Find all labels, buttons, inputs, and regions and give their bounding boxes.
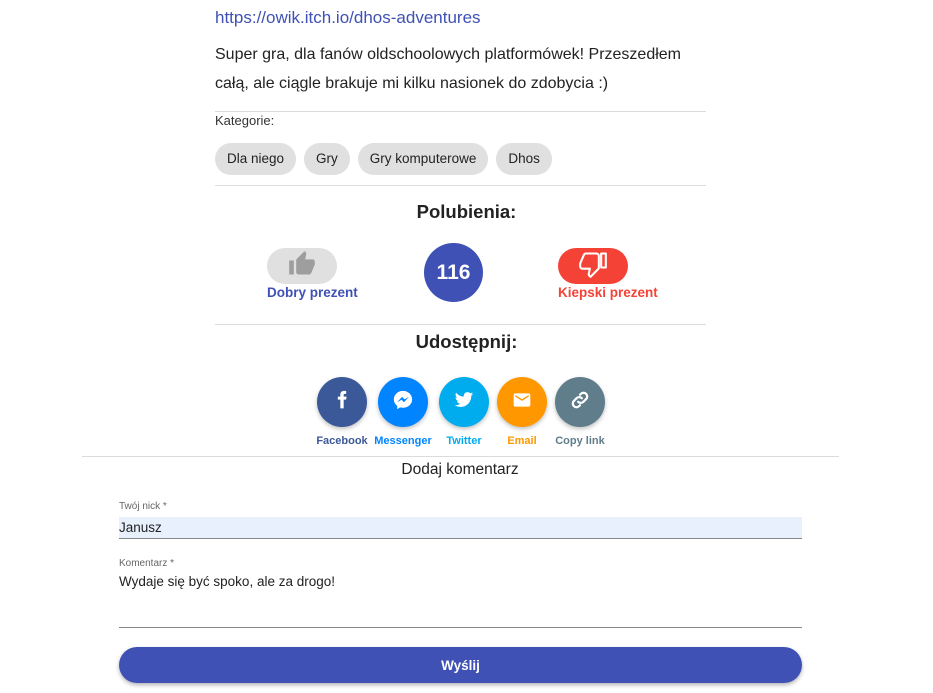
good-gift-label[interactable]: Dobry prezent [267,285,358,300]
messenger-share-button[interactable] [378,377,428,427]
likes-count: 116 [424,243,483,302]
divider [82,456,839,457]
post-description: Super gra, dla fanów oldschoolowych plat… [215,46,682,92]
nick-input[interactable] [119,517,802,539]
email-share-button[interactable] [497,377,547,427]
nick-label: Twój nick * [119,501,167,512]
categories-label: Kategorie: [215,113,275,128]
share-label[interactable]: Copy link [548,435,612,447]
facebook-share-button[interactable] [317,377,367,427]
comment-label: Komentarz * [119,558,175,569]
facebook-icon [332,390,352,415]
bad-gift-label[interactable]: Kiepski prezent [558,285,658,300]
share-label[interactable]: Twitter [434,435,494,447]
likes-title: Polubienia: [416,201,517,222]
twitter-share-button[interactable] [439,377,489,427]
email-icon [512,390,532,415]
share-label[interactable]: Facebook [312,435,372,447]
share-label[interactable]: Messenger [370,435,436,447]
comment-textarea[interactable]: Wydaje się być spoko, ale za drogo! [119,574,802,628]
share-label[interactable]: Email [492,435,552,447]
messenger-icon [392,389,414,416]
thumbs-down-icon [579,250,607,283]
twitter-icon [454,390,474,415]
good-gift-button[interactable] [267,248,337,284]
divider [215,324,706,325]
divider [215,111,706,112]
copy-link-button[interactable] [555,377,605,427]
divider [215,185,706,186]
bad-gift-button[interactable] [558,248,628,284]
link-icon [569,389,591,416]
category-chip[interactable]: Dhos [496,143,552,175]
thumbs-up-icon [288,250,316,283]
category-chip[interactable]: Gry komputerowe [357,143,489,175]
post-link[interactable]: https://owik.itch.io/dhos-adventures [215,8,481,28]
category-chips: Dla niego Gry Gry komputerowe Dhos [215,143,552,175]
submit-button[interactable]: Wyślij [119,647,802,683]
category-chip[interactable]: Gry [304,143,350,175]
share-title: Udostępnij: [415,331,518,352]
add-comment-title: Dodaj komentarz [401,461,519,478]
category-chip[interactable]: Dla niego [215,143,297,175]
